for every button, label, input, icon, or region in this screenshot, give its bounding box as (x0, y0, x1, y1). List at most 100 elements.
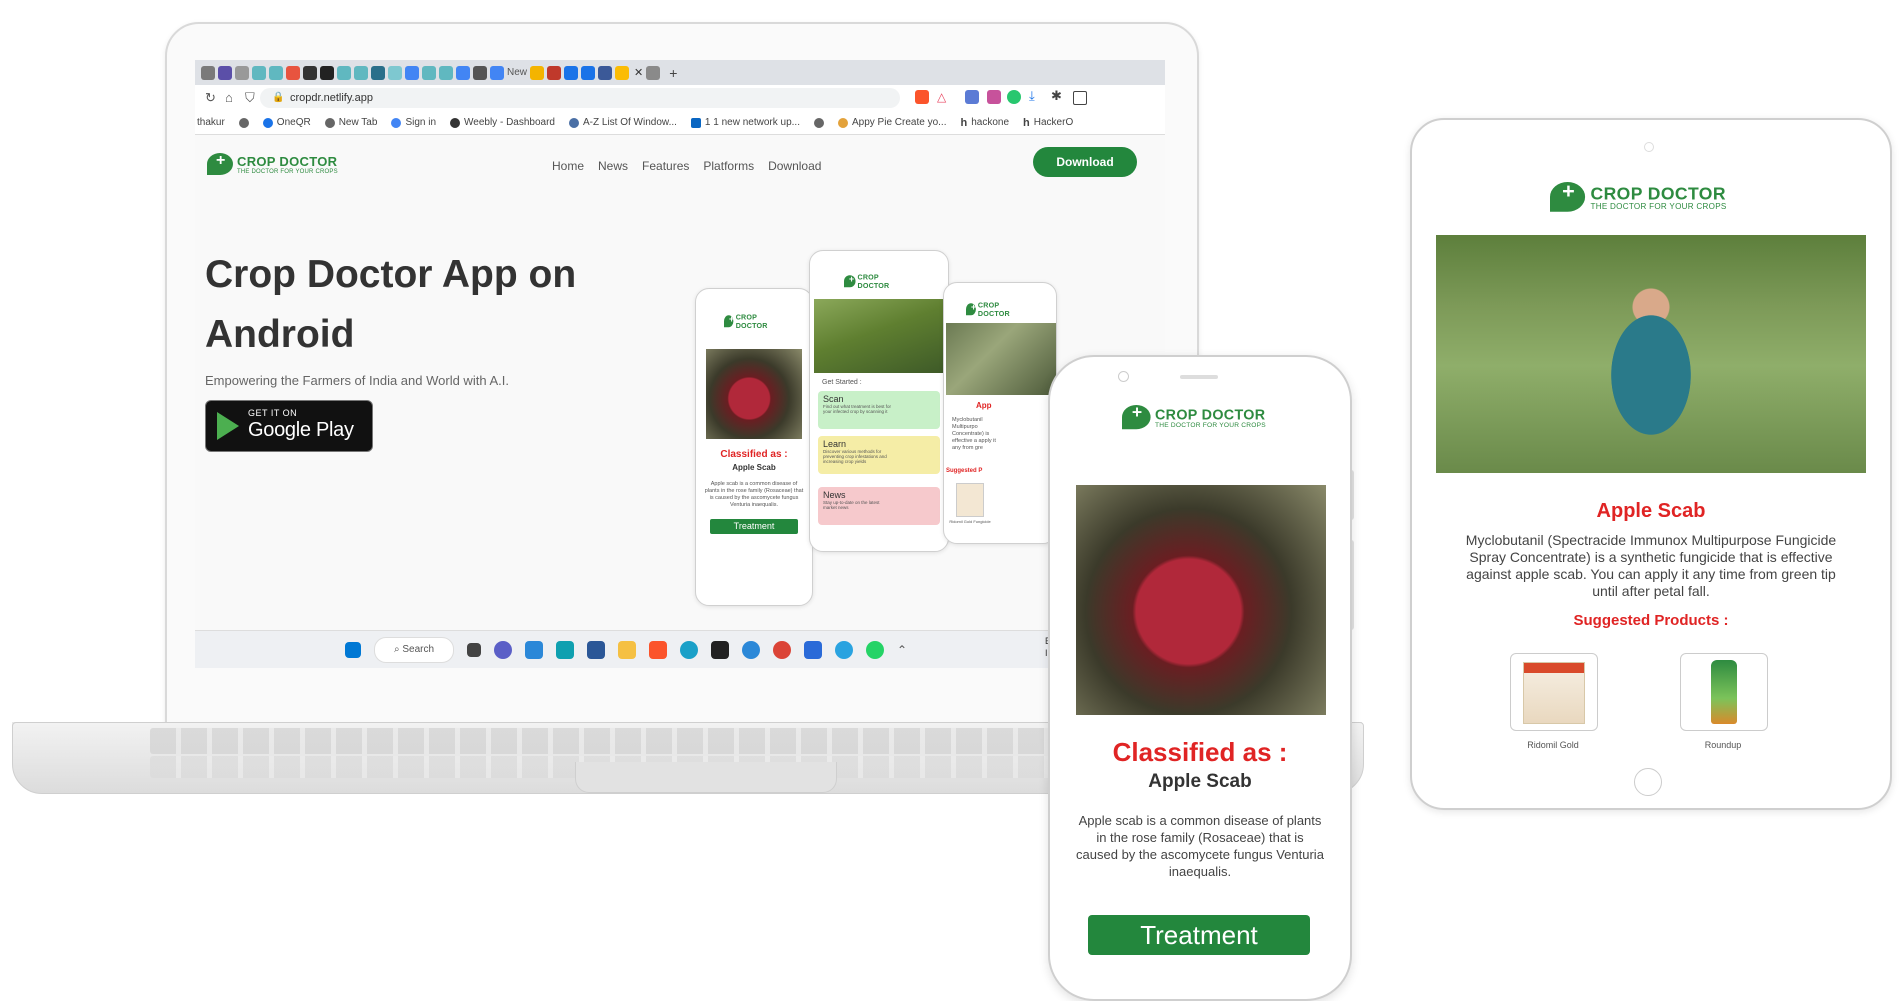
tab-favicon[interactable] (286, 65, 300, 80)
logo-title: CROP DOCTOR (237, 153, 338, 169)
tab-favicon[interactable] (646, 65, 661, 80)
extension-icon[interactable] (1007, 90, 1021, 104)
whatsapp-icon[interactable] (866, 640, 884, 659)
nav-download[interactable]: Download (768, 159, 821, 173)
brave-shield-icon[interactable] (915, 90, 929, 104)
tab-favicon[interactable] (235, 65, 249, 80)
tab-label[interactable]: New (507, 67, 527, 78)
download-button[interactable]: Download (1033, 147, 1137, 177)
tab-favicon[interactable] (615, 65, 630, 80)
windows-icon (569, 117, 579, 128)
todo-icon[interactable] (525, 640, 543, 659)
tab-favicon[interactable] (473, 65, 487, 80)
card-title: Learn (823, 439, 847, 449)
tablet-device: CROP DOCTOR THE DOCTOR FOR YOUR CROPS Ap… (1410, 118, 1892, 810)
tab-favicon[interactable] (354, 65, 368, 80)
tab-favicon[interactable] (490, 65, 504, 80)
tab-favicon[interactable] (564, 65, 579, 80)
treatment-button[interactable]: Treatment (1088, 915, 1310, 955)
chat-icon[interactable] (494, 640, 512, 659)
nav-features[interactable]: Features (642, 159, 689, 173)
help-icon[interactable] (742, 640, 760, 659)
tab-favicon[interactable] (252, 65, 266, 80)
leaf-cross-icon (844, 275, 856, 288)
disease-desc: Apple scab is a common disease of plants… (1076, 813, 1324, 879)
tray-chevron-icon[interactable]: ⌃ (897, 643, 907, 657)
tab-favicon[interactable] (439, 65, 453, 80)
reload-icon[interactable]: ↻ (205, 90, 216, 106)
tab-favicon[interactable] (598, 65, 613, 80)
tab-favicon[interactable] (547, 65, 562, 80)
expert-video-frame[interactable] (1436, 235, 1866, 473)
store-icon[interactable] (587, 640, 605, 659)
tab-favicon[interactable] (581, 65, 596, 80)
close-tab-icon[interactable]: ✕ (634, 66, 643, 79)
new-tab-icon[interactable]: + (669, 65, 677, 81)
download-icon[interactable]: ⤓ (1029, 88, 1035, 104)
edge-icon[interactable] (680, 640, 698, 659)
tab-favicon[interactable] (388, 65, 402, 80)
figma-icon[interactable] (711, 640, 729, 659)
bookmark-item[interactable]: h HackerO (1023, 117, 1073, 129)
tablet-home-button[interactable] (1634, 768, 1662, 796)
tab-favicon[interactable] (269, 65, 283, 80)
browser-tab-strip: New ✕ + (195, 60, 1165, 85)
bookmark-item[interactable]: h hackone (960, 117, 1009, 129)
bookmark-icon[interactable]: ⛉ (245, 90, 255, 106)
tab-favicon[interactable] (320, 65, 334, 80)
bookmark-item[interactable]: New Tab (324, 117, 377, 128)
nav-platforms[interactable]: Platforms (703, 159, 754, 173)
bookmark-item[interactable]: Appy Pie Create yo... (837, 117, 946, 128)
nav-news[interactable]: News (598, 159, 628, 173)
scan-card[interactable]: Scan Find out what treatment is best for… (818, 391, 940, 429)
tab-favicon[interactable] (405, 65, 419, 80)
brave-browser-icon[interactable] (649, 640, 667, 659)
tab-favicon[interactable] (456, 65, 470, 80)
tab-favicon[interactable] (337, 65, 351, 80)
home-icon[interactable]: ⌂ (225, 90, 233, 105)
tab-favicon[interactable] (218, 65, 232, 80)
mini-desc: Myclobutanil Multipurpo Concentrate) is … (952, 417, 996, 451)
tab-favicon[interactable] (530, 65, 545, 80)
tab-favicon[interactable] (422, 65, 436, 80)
bookmark-item[interactable]: Sign in (391, 117, 436, 128)
globe-icon (813, 117, 824, 128)
brave-rewards-icon[interactable]: △ (937, 90, 946, 104)
bookmark-item[interactable]: Weebly - Dashboard (450, 117, 555, 128)
site-logo[interactable]: CROP DOCTOR THE DOCTOR FOR YOUR CROPS (207, 152, 338, 175)
product-card-roundup[interactable] (1680, 653, 1768, 731)
extension-icon[interactable] (987, 90, 1001, 104)
nav-home[interactable]: Home (552, 159, 584, 173)
app-icon[interactable] (804, 640, 822, 659)
product-card-ridomil[interactable] (1510, 653, 1598, 731)
sidebar-icon[interactable] (1073, 91, 1087, 105)
tab-favicon[interactable] (201, 65, 215, 80)
tab-favicon[interactable] (371, 65, 385, 80)
google-play-badge[interactable]: GET IT ON Google Play (205, 400, 373, 452)
extension-icon[interactable] (965, 90, 979, 104)
learn-card[interactable]: Learn Discover various methods for preve… (818, 436, 940, 474)
lock-icon: 🔒 (272, 92, 285, 103)
bookmark-item[interactable]: thakur (197, 117, 225, 128)
bookmark-item[interactable]: A-Z List Of Window... (569, 117, 677, 128)
puzzle-icon[interactable]: ✱ (1051, 88, 1062, 104)
treatment-button[interactable]: Treatment (710, 519, 798, 534)
bookmark-item[interactable] (238, 117, 249, 128)
appypie-icon (837, 117, 848, 128)
mini-logo: CROP DOCTOR (966, 301, 1016, 318)
bookmark-item[interactable] (813, 117, 824, 128)
taskbar-search[interactable]: ⌕ Search (374, 636, 454, 663)
url-field[interactable]: 🔒 cropdr.netlify.app (260, 88, 900, 108)
bookmark-item[interactable]: OneQR (262, 117, 311, 128)
file-explorer-icon[interactable] (618, 640, 636, 659)
task-view-icon[interactable] (467, 642, 481, 657)
news-card[interactable]: News Stay up-to-date on the latest marke… (818, 487, 940, 525)
telegram-icon[interactable] (835, 640, 853, 659)
phone-speaker (1180, 375, 1218, 379)
weebly-icon (450, 117, 461, 128)
chrome-icon[interactable] (773, 640, 791, 659)
bookmark-item[interactable]: 1 1 new network up... (690, 117, 800, 128)
tab-favicon[interactable] (303, 65, 317, 80)
bolt-app-icon[interactable] (556, 640, 574, 659)
windows-start-icon[interactable] (345, 641, 361, 658)
